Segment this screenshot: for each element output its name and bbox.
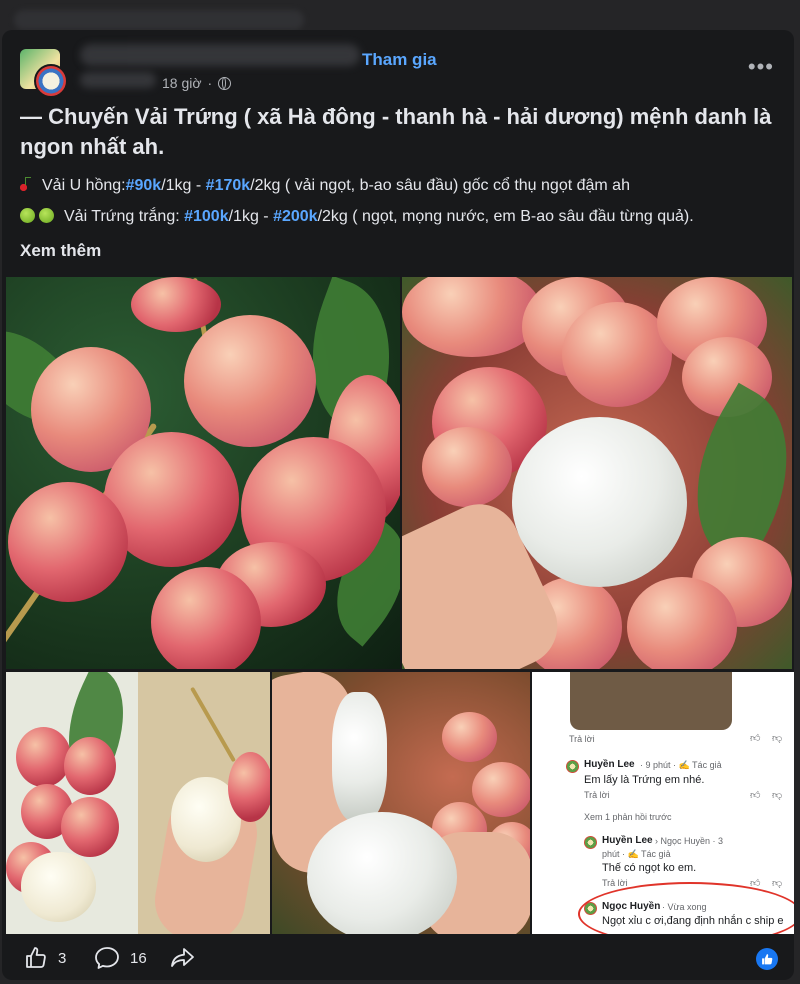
hashtag-170k[interactable]: #170k bbox=[206, 177, 251, 194]
like-action[interactable]: 3 bbox=[24, 946, 66, 970]
post-card: Tham gia 18 giờ · ••• — Chuyến Vải Trứng… bbox=[2, 30, 794, 980]
group-avatar[interactable] bbox=[20, 47, 68, 99]
comment-image-thumbnail bbox=[570, 672, 732, 730]
photo-lychee-tree[interactable] bbox=[6, 277, 400, 669]
reply-link[interactable]: Trả lời bbox=[584, 790, 610, 800]
hashtag-100k[interactable]: #100k bbox=[184, 208, 229, 225]
thumbs-up-icon bbox=[26, 947, 46, 968]
photo-egg-lychee[interactable] bbox=[6, 672, 270, 934]
comment-action[interactable]: 16 bbox=[94, 946, 147, 970]
share-action[interactable] bbox=[170, 946, 196, 970]
comment-author: Huyền Lee bbox=[584, 759, 635, 770]
dislike-outline-icon[interactable]: 👎︎ bbox=[772, 789, 782, 801]
user-avatar bbox=[34, 64, 68, 98]
photo-peeled-closeup[interactable] bbox=[272, 672, 530, 934]
like-outline-icon[interactable]: 👍︎ bbox=[750, 732, 760, 744]
comment-reply-target: › Ngọc Huyền · 3 bbox=[655, 836, 724, 846]
like-outline-icon[interactable]: 👍︎ bbox=[750, 789, 760, 801]
more-options-icon[interactable]: ••• bbox=[748, 54, 774, 80]
comment-bubble-icon bbox=[95, 947, 119, 969]
reply-link[interactable]: Trả lời bbox=[569, 734, 595, 744]
comment-meta: · 9 phút · ✍ Tác giả bbox=[640, 760, 722, 770]
green-apple-emoji-icon bbox=[20, 208, 56, 223]
price-line-1: Vải U hồng:#90k/1kg - #170k/2kg ( vải ng… bbox=[20, 177, 630, 195]
comment-count: 16 bbox=[130, 949, 147, 967]
reply-link[interactable]: Trả lời bbox=[602, 878, 628, 888]
comment-author: Huyền Lee bbox=[602, 835, 653, 846]
dislike-outline-icon[interactable]: 👎︎ bbox=[772, 732, 782, 744]
like-count: 3 bbox=[58, 949, 67, 967]
red-highlight-circle bbox=[578, 882, 794, 934]
photo-peeled-lychee[interactable] bbox=[402, 277, 792, 669]
comment-meta: phút · ✍ Tác giả bbox=[602, 849, 671, 859]
post-timestamp[interactable]: 18 giờ · bbox=[162, 75, 232, 91]
dislike-outline-icon[interactable]: 👎︎ bbox=[772, 877, 782, 889]
join-button[interactable]: Tham gia bbox=[362, 50, 437, 70]
timestamp-label: 18 giờ bbox=[162, 75, 202, 91]
price-line-2: Vải Trứng trắng: #100k/1kg - #200k/2kg (… bbox=[20, 208, 694, 226]
blurred-author-sub bbox=[80, 72, 156, 88]
hashtag-90k[interactable]: #90k bbox=[126, 177, 162, 194]
public-globe-icon bbox=[218, 76, 232, 90]
commenter-avatar bbox=[584, 836, 597, 849]
share-arrow-icon bbox=[171, 948, 194, 967]
post-actions-bar: 3 16 bbox=[2, 936, 794, 980]
reaction-like-icon[interactable] bbox=[756, 948, 778, 970]
post-title: — Chuyến Vải Trứng ( xã Hà đông - thanh … bbox=[20, 104, 772, 159]
see-more-link[interactable]: Xem thêm bbox=[20, 241, 101, 261]
comment-text: Em lấy là Trứng em nhé. bbox=[584, 774, 705, 786]
photo-comments-screenshot[interactable]: Trả lời 👍︎ 👎︎ Huyền Lee · 9 phút · ✍ Tác… bbox=[532, 672, 794, 934]
commenter-avatar bbox=[566, 760, 579, 773]
hashtag-200k[interactable]: #200k bbox=[273, 208, 318, 225]
blurred-author-name bbox=[80, 44, 360, 66]
blurred-group-name bbox=[14, 10, 304, 30]
cherry-emoji-icon bbox=[20, 177, 34, 191]
comment-text: Thế có ngọt ko em. bbox=[602, 862, 697, 874]
view-previous-replies[interactable]: Xem 1 phản hồi trước bbox=[584, 812, 671, 822]
